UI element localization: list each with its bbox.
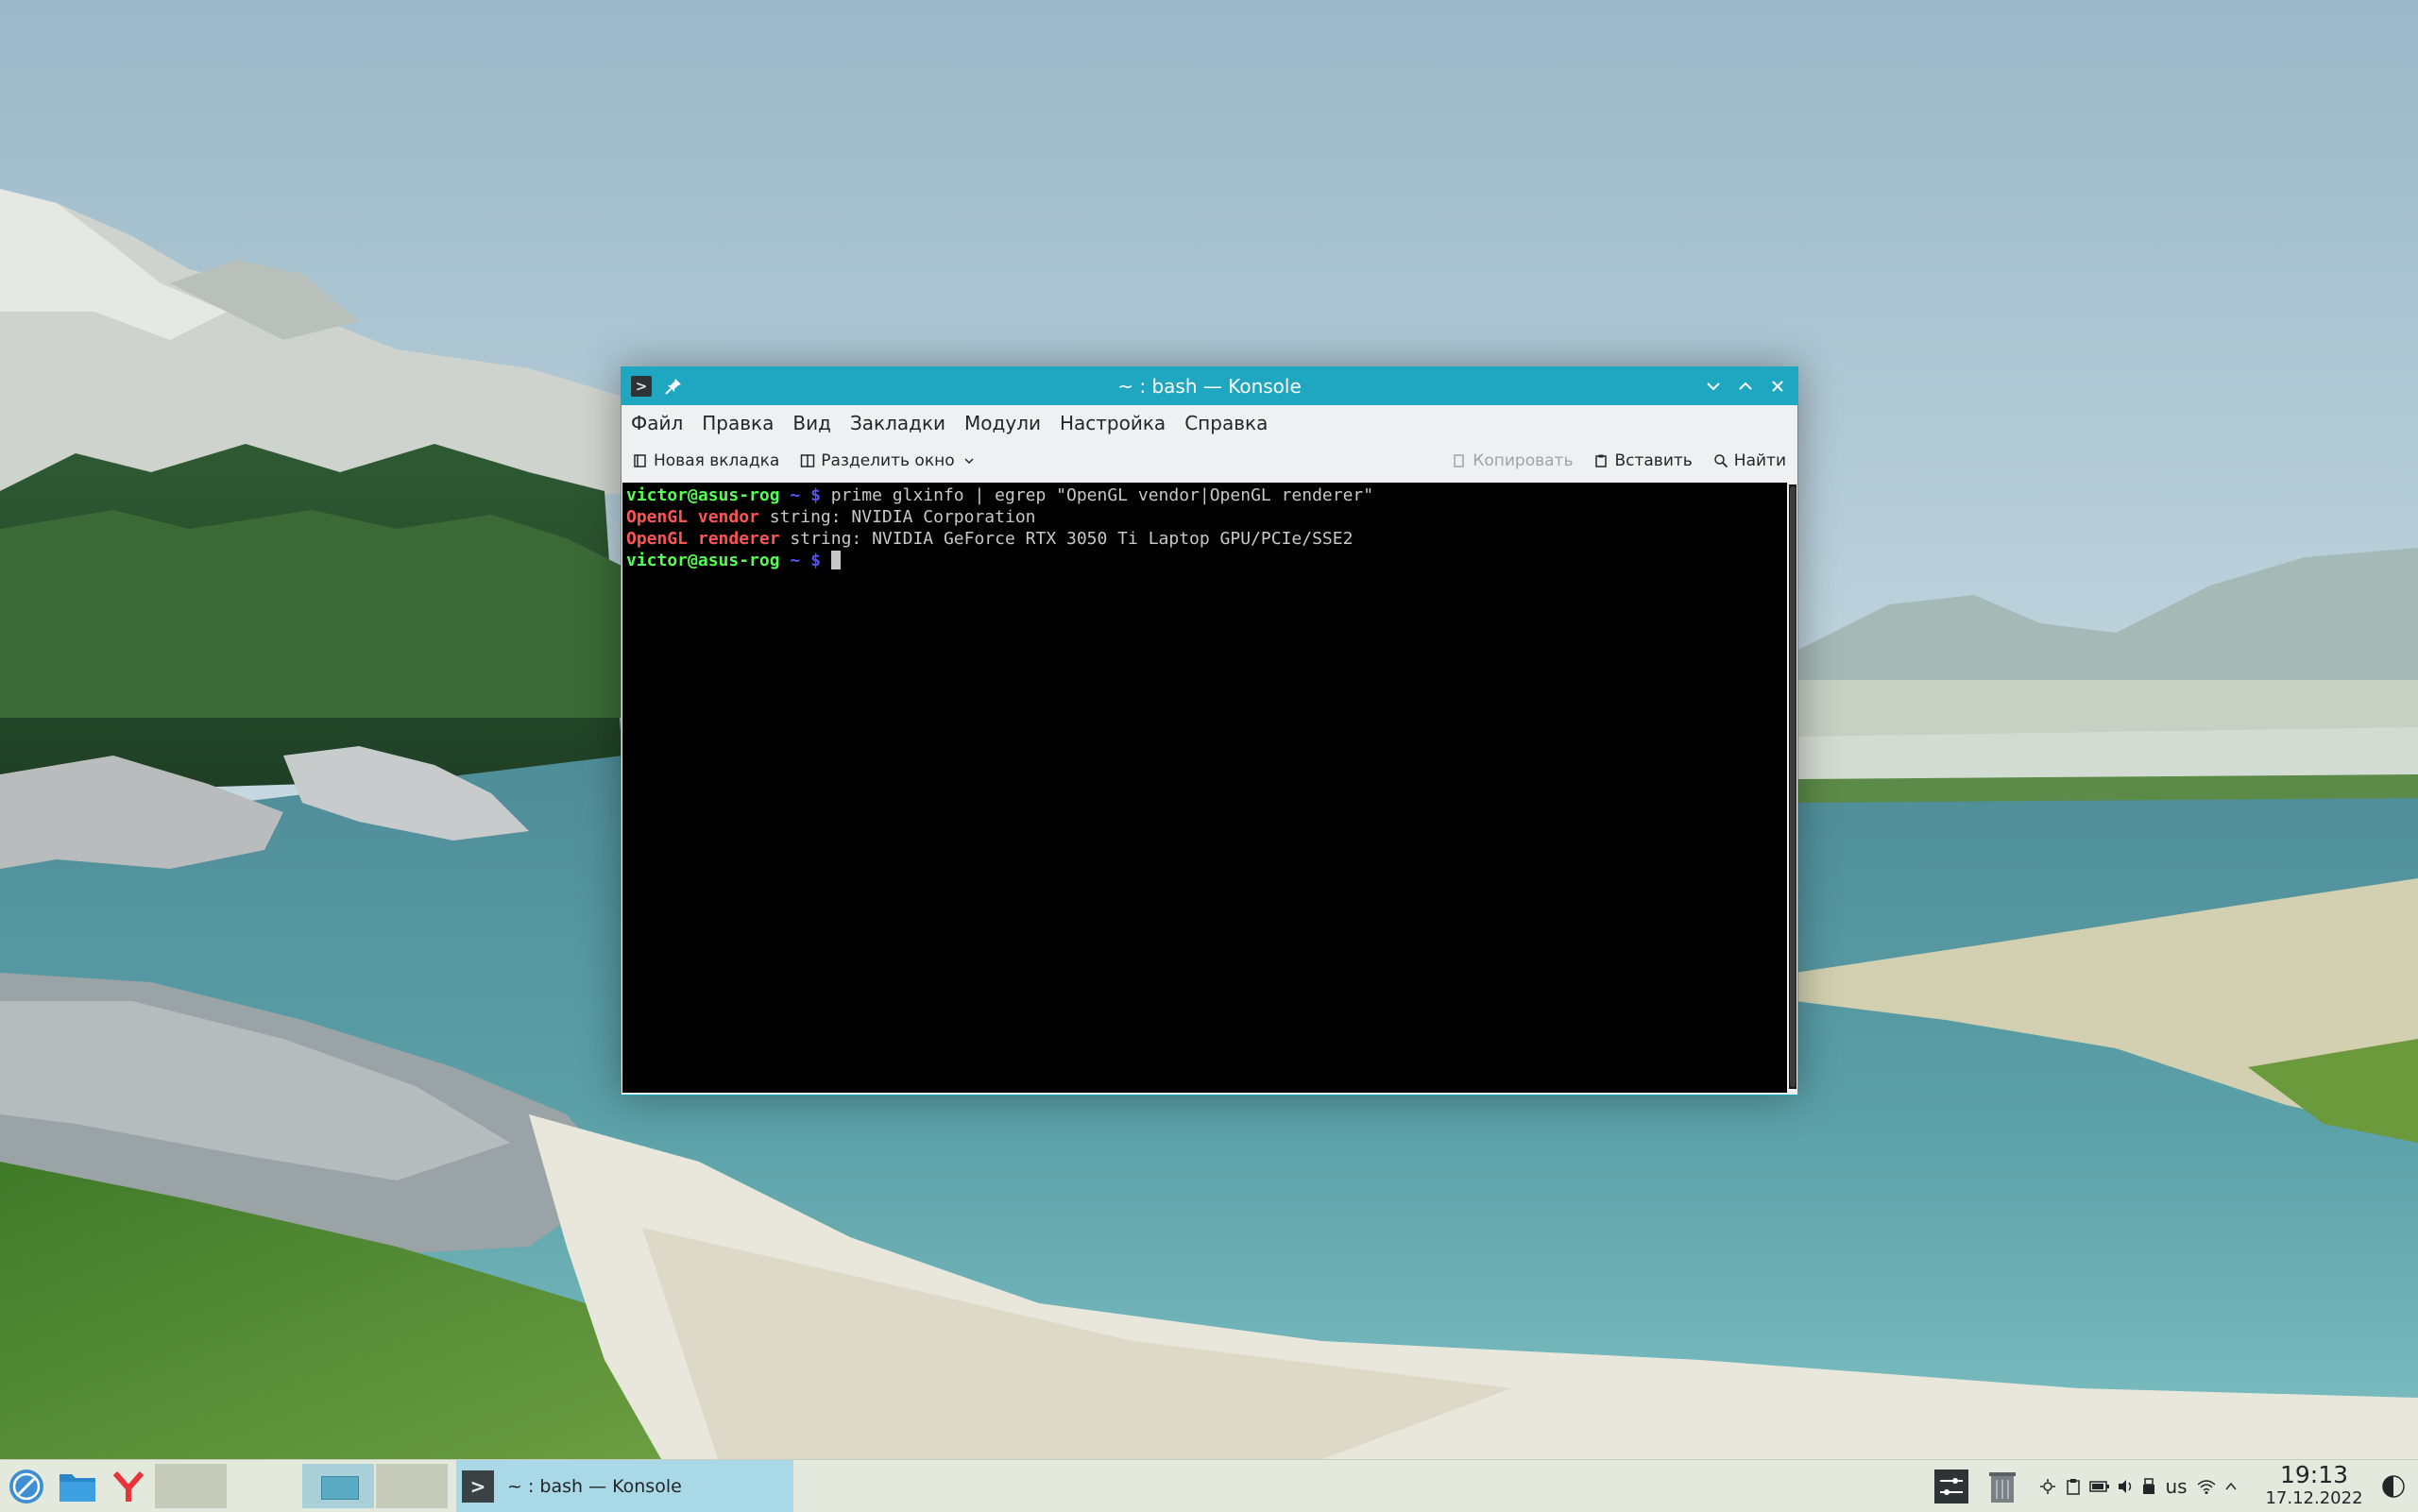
- network-tray[interactable]: [2195, 1460, 2218, 1512]
- digital-clock[interactable]: 19:13 17.12.2022: [2257, 1462, 2371, 1509]
- minimize-icon[interactable]: [1703, 376, 1724, 397]
- trash-widget[interactable]: [1984, 1460, 2021, 1512]
- menu-settings[interactable]: Настройка: [1060, 412, 1166, 434]
- clipboard-icon: [2067, 1478, 2080, 1495]
- output-text: string: NVIDIA Corporation: [758, 507, 1036, 527]
- terminal-line: OpenGL renderer string: NVIDIA GeForce R…: [626, 528, 1787, 550]
- konsole-window: > ~ : bash — Konsole Файл Правка Вид Зак…: [621, 366, 1798, 1096]
- output-text: string: NVIDIA GeForce RTX 3050 Ti Lapto…: [779, 529, 1354, 549]
- search-icon: [1714, 454, 1728, 468]
- copy-label: Копировать: [1473, 451, 1574, 470]
- terminal-line: victor@asus-rog ~ $: [626, 550, 1787, 571]
- usb-tray[interactable]: [2138, 1460, 2159, 1512]
- bell-icon: [2040, 1478, 2055, 1494]
- find-button[interactable]: Найти: [1713, 451, 1786, 470]
- usb-device-icon: [2143, 1477, 2154, 1494]
- pager-window-preview: [321, 1476, 359, 1500]
- sliders-icon: [1934, 1469, 1968, 1504]
- menu-bookmarks[interactable]: Закладки: [850, 412, 945, 434]
- match-highlight: OpenGL vendor: [626, 507, 759, 527]
- folder-icon: [60, 1473, 95, 1502]
- toolbar: Новая вкладка Разделить окно Копировать …: [622, 441, 1797, 481]
- clock-date: 17.12.2022: [2265, 1488, 2363, 1508]
- notifications-tray[interactable]: [2036, 1460, 2059, 1512]
- volume-tray[interactable]: [2114, 1460, 2137, 1512]
- close-icon[interactable]: [1767, 376, 1788, 397]
- menu-file[interactable]: Файл: [631, 412, 683, 434]
- scrollbar-thumb[interactable]: [1790, 486, 1796, 1087]
- menu-bar: Файл Правка Вид Закладки Модули Настройк…: [622, 405, 1797, 441]
- desktop-pager-2[interactable]: [302, 1464, 374, 1508]
- split-view-button[interactable]: Разделить окно: [800, 451, 975, 470]
- task-label: ~ : bash — Konsole: [507, 1475, 682, 1497]
- chevron-down-icon: [964, 458, 974, 465]
- new-tab-button[interactable]: Новая вкладка: [633, 451, 779, 470]
- trash-icon: [1989, 1471, 2016, 1503]
- copy-icon: [1454, 454, 1465, 467]
- battery-tray[interactable]: [2087, 1460, 2112, 1512]
- terminal-line: victor@asus-rog ~ $ prime glxinfo | egre…: [626, 484, 1787, 506]
- terminal-scrollbar[interactable]: [1789, 484, 1796, 1089]
- command-text: prime glxinfo | egrep "OpenGL vendor|Ope…: [830, 485, 1374, 505]
- new-tab-icon: [634, 454, 646, 467]
- keyboard-layout-tray[interactable]: us: [2161, 1460, 2191, 1512]
- system-monitor-widget[interactable]: [1933, 1460, 1970, 1512]
- desktop-pager-1[interactable]: [155, 1464, 227, 1508]
- new-tab-label: Новая вкладка: [654, 451, 780, 470]
- browser-launcher[interactable]: [106, 1460, 151, 1512]
- text-cursor: [830, 551, 841, 569]
- terminal-line: OpenGL vendor string: NVIDIA Corporation: [626, 506, 1787, 528]
- show-desktop-button[interactable]: [2375, 1460, 2412, 1512]
- file-manager-launcher[interactable]: [55, 1460, 100, 1512]
- yandex-browser-icon: [112, 1470, 145, 1502]
- tray-expander[interactable]: [2220, 1460, 2242, 1512]
- prompt-user-host: victor@asus-rog: [626, 551, 780, 570]
- desktop-pager-3[interactable]: [376, 1464, 448, 1508]
- terminal-output[interactable]: victor@asus-rog ~ $ prime glxinfo | egre…: [622, 483, 1787, 1093]
- paste-label: Вставить: [1614, 451, 1693, 470]
- find-label: Найти: [1733, 451, 1786, 470]
- application-launcher[interactable]: [4, 1460, 49, 1512]
- volume-icon: [2119, 1479, 2132, 1493]
- clock-time: 19:13: [2279, 1461, 2349, 1488]
- wifi-icon: [2197, 1479, 2216, 1494]
- chevron-up-icon: [2225, 1482, 2237, 1489]
- paste-icon: [1595, 454, 1608, 467]
- taskbar: > ~ : bash — Konsole us 19:13 17.12.2022: [0, 1459, 2418, 1512]
- paste-button[interactable]: Вставить: [1593, 451, 1693, 470]
- copy-button[interactable]: Копировать: [1452, 451, 1573, 470]
- task-konsole[interactable]: > ~ : bash — Konsole: [456, 1460, 793, 1512]
- window-title: ~ : bash — Konsole: [1117, 375, 1302, 398]
- terminal-icon: >: [462, 1470, 494, 1503]
- maximize-icon[interactable]: [1735, 376, 1756, 397]
- split-view-icon: [801, 454, 815, 467]
- menu-plugins[interactable]: Модули: [964, 412, 1041, 434]
- show-desktop-icon: [2382, 1474, 2405, 1498]
- split-view-label: Разделить окно: [821, 451, 955, 470]
- prompt-user-host: victor@asus-rog: [626, 485, 780, 505]
- menu-view[interactable]: Вид: [792, 412, 831, 434]
- battery-icon: [2089, 1480, 2109, 1492]
- match-highlight: OpenGL renderer: [626, 529, 780, 549]
- prompt-path: ~ $: [779, 485, 831, 505]
- launcher-icon: [9, 1469, 43, 1504]
- keyboard-layout-label: us: [2165, 1474, 2188, 1498]
- window-titlebar[interactable]: > ~ : bash — Konsole: [622, 367, 1797, 405]
- menu-help[interactable]: Справка: [1184, 412, 1268, 434]
- menu-edit[interactable]: Правка: [702, 412, 774, 434]
- prompt-path: ~ $: [779, 551, 831, 570]
- clipboard-tray[interactable]: [2062, 1460, 2085, 1512]
